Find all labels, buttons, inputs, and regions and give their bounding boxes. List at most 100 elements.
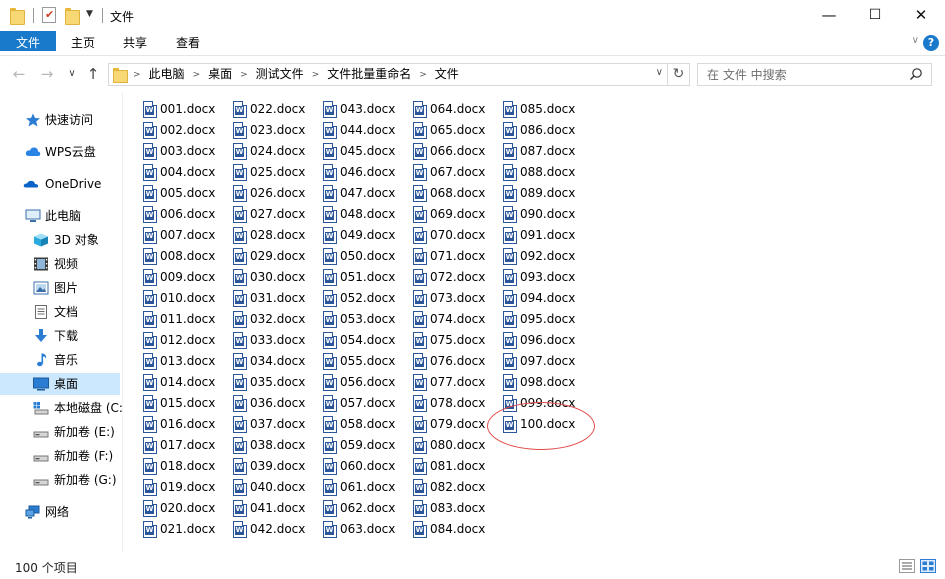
file-item[interactable]: W 039.docx xyxy=(233,456,321,476)
file-item[interactable]: W 001.docx xyxy=(143,99,231,119)
file-item[interactable]: W 019.docx xyxy=(143,477,231,497)
file-item[interactable]: W 025.docx xyxy=(233,162,321,182)
file-item[interactable]: W 043.docx xyxy=(323,99,411,119)
file-item[interactable]: W 075.docx xyxy=(413,330,501,350)
address-bar[interactable]: > 此电脑 > 桌面 > 测试文件 > 文件批量重命名 > 文件 ∨ xyxy=(108,63,668,86)
file-item[interactable]: W 078.docx xyxy=(413,393,501,413)
file-item[interactable]: W 087.docx xyxy=(503,141,591,161)
file-item[interactable]: W 011.docx xyxy=(143,309,231,329)
chevron-right-icon[interactable]: > xyxy=(312,70,320,80)
refresh-icon[interactable]: ↻ xyxy=(668,63,690,86)
file-item[interactable]: W 013.docx xyxy=(143,351,231,371)
file-item[interactable]: W 049.docx xyxy=(323,225,411,245)
search-icon[interactable] xyxy=(909,67,923,81)
file-item[interactable]: W 057.docx xyxy=(323,393,411,413)
file-item[interactable]: W 028.docx xyxy=(233,225,321,245)
sidebar-item-pictures[interactable]: 图片 xyxy=(0,277,122,299)
file-item[interactable]: W 015.docx xyxy=(143,393,231,413)
file-item[interactable]: W 071.docx xyxy=(413,246,501,266)
file-item[interactable]: W 002.docx xyxy=(143,120,231,140)
breadcrumb-item[interactable]: 文件 xyxy=(435,67,459,81)
maximize-button[interactable]: ☐ xyxy=(852,0,898,31)
file-item[interactable]: W 029.docx xyxy=(233,246,321,266)
sidebar-item-music[interactable]: 音乐 xyxy=(0,349,122,371)
file-item[interactable]: W 054.docx xyxy=(323,330,411,350)
file-item[interactable]: W 098.docx xyxy=(503,372,591,392)
sidebar-item-wps-cloud[interactable]: WPS云盘 xyxy=(0,141,122,163)
address-dropdown-chevron-icon[interactable]: ∨ xyxy=(656,67,663,78)
sidebar-item-downloads[interactable]: 下载 xyxy=(0,325,122,347)
file-item[interactable]: W 050.docx xyxy=(323,246,411,266)
file-item[interactable]: W 038.docx xyxy=(233,435,321,455)
file-item[interactable]: W 067.docx xyxy=(413,162,501,182)
sidebar-item-onedrive[interactable]: OneDrive xyxy=(0,173,122,195)
file-item[interactable]: W 003.docx xyxy=(143,141,231,161)
sidebar-item-quick-access[interactable]: 快速访问 xyxy=(0,109,122,131)
forward-arrow-icon[interactable]: → xyxy=(38,65,56,83)
file-item[interactable]: W 052.docx xyxy=(323,288,411,308)
file-item[interactable]: W 064.docx xyxy=(413,99,501,119)
chevron-right-icon[interactable]: > xyxy=(193,70,201,80)
file-item[interactable]: W 068.docx xyxy=(413,183,501,203)
file-item[interactable]: W 080.docx xyxy=(413,435,501,455)
file-item[interactable]: W 024.docx xyxy=(233,141,321,161)
file-item[interactable]: W 037.docx xyxy=(233,414,321,434)
file-item[interactable]: W 061.docx xyxy=(323,477,411,497)
file-item[interactable]: W 004.docx xyxy=(143,162,231,182)
tab-home[interactable]: 主页 xyxy=(59,31,107,56)
file-item[interactable]: W 042.docx xyxy=(233,519,321,539)
file-item[interactable]: W 023.docx xyxy=(233,120,321,140)
file-item[interactable]: W 048.docx xyxy=(323,204,411,224)
sidebar-item-drive-e[interactable]: 新加卷 (E:) xyxy=(0,421,122,443)
file-item[interactable]: W 005.docx xyxy=(143,183,231,203)
file-item[interactable]: W 066.docx xyxy=(413,141,501,161)
file-item[interactable]: W 012.docx xyxy=(143,330,231,350)
file-item[interactable]: W 081.docx xyxy=(413,456,501,476)
file-item[interactable]: W 079.docx xyxy=(413,414,501,434)
file-item[interactable]: W 027.docx xyxy=(233,204,321,224)
file-item[interactable]: W 009.docx xyxy=(143,267,231,287)
file-item[interactable]: W 016.docx xyxy=(143,414,231,434)
search-box[interactable] xyxy=(697,63,932,86)
details-view-icon[interactable] xyxy=(899,559,915,573)
file-item[interactable]: W 065.docx xyxy=(413,120,501,140)
file-item[interactable]: W 041.docx xyxy=(233,498,321,518)
file-item[interactable]: W 082.docx xyxy=(413,477,501,497)
close-button[interactable]: ✕ xyxy=(898,0,944,31)
quick-access-dropdown-icon[interactable]: ▼ xyxy=(86,9,93,19)
file-item[interactable]: W 007.docx xyxy=(143,225,231,245)
file-item[interactable]: W 092.docx xyxy=(503,246,591,266)
file-item[interactable]: W 088.docx xyxy=(503,162,591,182)
chevron-right-icon[interactable]: > xyxy=(240,70,248,80)
recent-locations-chevron-icon[interactable]: ∨ xyxy=(63,65,81,83)
chevron-right-icon[interactable]: > xyxy=(133,70,141,80)
minimize-button[interactable]: — xyxy=(806,0,852,31)
file-item[interactable]: W 046.docx xyxy=(323,162,411,182)
file-item[interactable]: W 006.docx xyxy=(143,204,231,224)
file-item[interactable]: W 100.docx xyxy=(503,414,591,434)
file-item[interactable]: W 034.docx xyxy=(233,351,321,371)
file-item[interactable]: W 094.docx xyxy=(503,288,591,308)
file-item[interactable]: W 053.docx xyxy=(323,309,411,329)
file-item[interactable]: W 060.docx xyxy=(323,456,411,476)
tab-view[interactable]: 查看 xyxy=(164,31,212,56)
new-folder-icon[interactable] xyxy=(65,8,80,25)
breadcrumb-item[interactable]: 桌面 xyxy=(208,67,232,81)
file-item[interactable]: W 032.docx xyxy=(233,309,321,329)
large-icons-view-icon[interactable] xyxy=(920,559,936,573)
file-item[interactable]: W 093.docx xyxy=(503,267,591,287)
file-item[interactable]: W 095.docx xyxy=(503,309,591,329)
file-item[interactable]: W 063.docx xyxy=(323,519,411,539)
file-item[interactable]: W 035.docx xyxy=(233,372,321,392)
file-item[interactable]: W 084.docx xyxy=(413,519,501,539)
file-item[interactable]: W 085.docx xyxy=(503,99,591,119)
file-item[interactable]: W 020.docx xyxy=(143,498,231,518)
file-item[interactable]: W 073.docx xyxy=(413,288,501,308)
sidebar-item-3d-objects[interactable]: 3D 对象 xyxy=(0,229,122,251)
breadcrumb-item[interactable]: 文件批量重命名 xyxy=(327,67,411,81)
sidebar-item-drive-g[interactable]: 新加卷 (G:) xyxy=(0,469,122,491)
file-item[interactable]: W 026.docx xyxy=(233,183,321,203)
sidebar-item-network[interactable]: 网络 xyxy=(0,501,122,523)
file-item[interactable]: W 051.docx xyxy=(323,267,411,287)
file-item[interactable]: W 056.docx xyxy=(323,372,411,392)
